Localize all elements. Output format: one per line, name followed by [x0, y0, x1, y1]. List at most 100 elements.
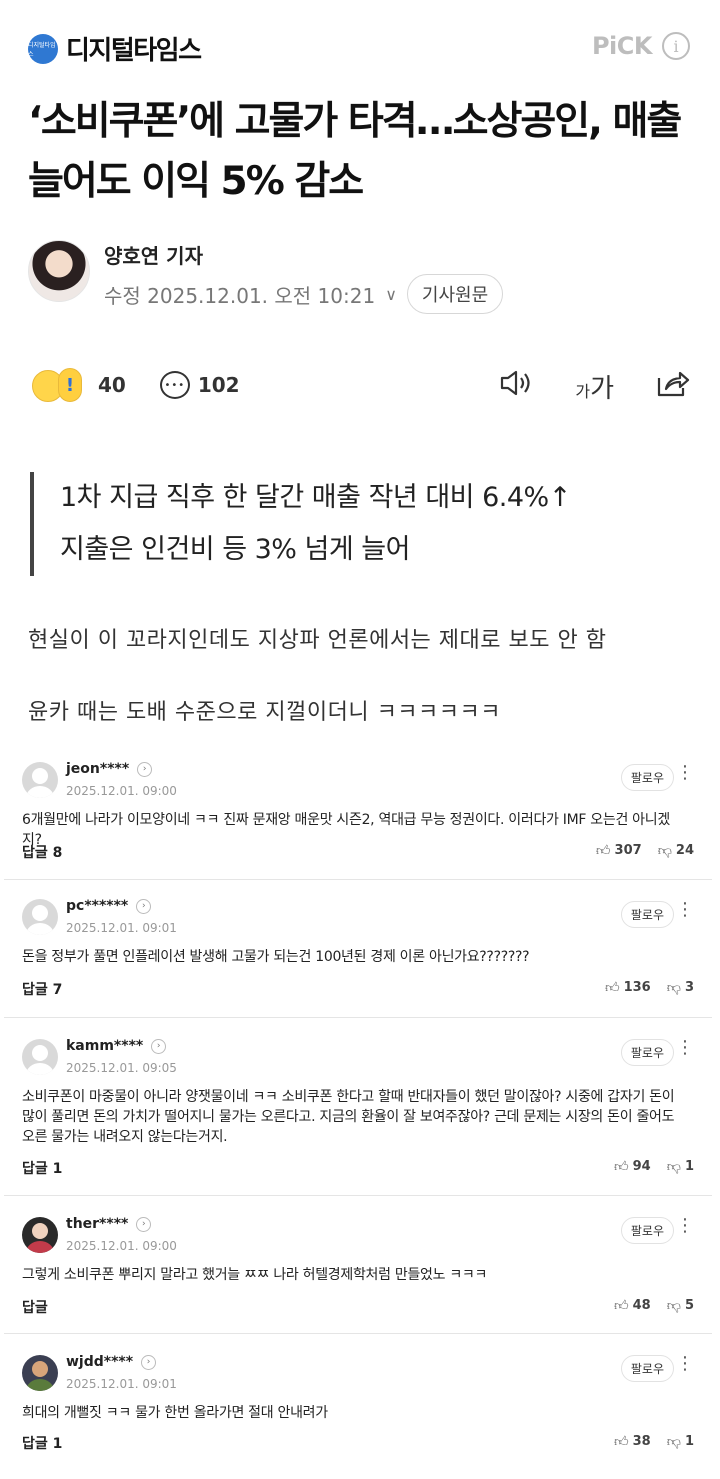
reaction-bar: ! 40 ••• 102: [32, 366, 266, 404]
comment-votes: 👍︎ 48 👎︎ 5: [614, 1297, 694, 1314]
comment-votes: 👍︎ 38 👎︎ 1: [614, 1433, 694, 1450]
avatar[interactable]: [22, 899, 58, 935]
comment-username: wjdd****: [66, 1354, 134, 1370]
avatar[interactable]: [22, 1355, 58, 1391]
comment-text: 소비쿠폰이 마중물이 아니라 양잿물이네 ㅋㅋ 소비쿠폰 한다고 할때 반대자들…: [22, 1089, 675, 1145]
exclamation-emoji-icon: !: [58, 368, 82, 402]
pick-area: PiCK i: [592, 32, 690, 60]
comment-date: 2025.12.01. 09:01: [66, 1377, 177, 1391]
dislike-count: 1: [684, 1159, 694, 1174]
dislike-button[interactable]: 👎︎ 24: [658, 842, 694, 859]
avatar[interactable]: [22, 762, 58, 798]
comment-date: 2025.12.01. 09:01: [66, 921, 177, 935]
reply-button[interactable]: 답글: [22, 1297, 48, 1317]
more-options-icon[interactable]: ⋮: [676, 901, 694, 919]
dislike-count: 3: [684, 980, 694, 995]
chevron-down-icon[interactable]: ∨: [385, 285, 397, 304]
more-options-icon[interactable]: ⋮: [676, 1355, 694, 1373]
more-options-icon[interactable]: ⋮: [676, 1217, 694, 1235]
author-name[interactable]: 양호연 기자: [104, 240, 203, 269]
author-avatar[interactable]: [28, 240, 90, 302]
like-count: 48: [632, 1298, 651, 1313]
thumbs-down-icon: 👎︎: [666, 1159, 681, 1175]
follow-button[interactable]: 팔로우: [620, 1355, 674, 1382]
comment-votes: 👍︎ 136 👎︎ 3: [605, 979, 694, 996]
reply-button[interactable]: 답글 1: [22, 1433, 62, 1453]
chevron-right-icon[interactable]: ›: [141, 1354, 157, 1370]
comment-text: 6개월만에 나라가 이모양이네 ㅋㅋ 진짜 문재앙 매운맛 시즌2, 역대급 무…: [22, 812, 670, 848]
comment-username: pc******: [66, 898, 129, 914]
follow-button[interactable]: 팔로우: [620, 1217, 674, 1244]
brand[interactable]: 디지털타임스 디지털타임스: [28, 30, 202, 67]
info-icon[interactable]: i: [662, 32, 690, 60]
comment-item: pc****** › 2025.12.01. 09:01 팔로우 ⋮ 돈을 정부…: [4, 880, 712, 1018]
thumbs-up-icon: 👍︎: [614, 1434, 629, 1450]
comment-username: ther****: [66, 1216, 129, 1232]
dislike-count: 1: [684, 1434, 694, 1449]
comment-user[interactable]: ther**** ›: [66, 1216, 152, 1232]
comment-user[interactable]: jeon**** ›: [66, 761, 153, 777]
font-size-large-glyph: 가: [590, 374, 614, 404]
dislike-button[interactable]: 👎︎ 5: [667, 1297, 694, 1314]
comment-item: jeon**** › 2025.12.01. 09:00 팔로우 ⋮ 6개월만에…: [4, 744, 712, 880]
font-size-icon[interactable]: 가가: [575, 368, 614, 405]
more-options-icon[interactable]: ⋮: [676, 764, 694, 782]
speaker-icon[interactable]: [499, 369, 533, 404]
pick-label: PiCK: [591, 32, 653, 60]
comment-count[interactable]: 102: [198, 373, 240, 397]
chevron-right-icon[interactable]: ›: [137, 761, 153, 777]
like-button[interactable]: 👍︎ 48: [614, 1297, 651, 1314]
reply-button[interactable]: 답글 1: [22, 1158, 62, 1178]
comment-user[interactable]: pc****** ›: [66, 898, 152, 914]
reaction-count: 40: [98, 373, 126, 397]
avatar[interactable]: [22, 1217, 58, 1253]
thumbs-up-icon: 👍︎: [595, 843, 611, 859]
thumbs-down-icon: 👎︎: [657, 843, 672, 859]
follow-button[interactable]: 팔로우: [620, 901, 674, 928]
thumbs-down-icon: 👎︎: [666, 1434, 681, 1450]
like-count: 38: [632, 1434, 651, 1449]
avatar[interactable]: [22, 1039, 58, 1075]
comment-date: 2025.12.01. 09:00: [66, 1239, 177, 1253]
article-date: 수정 2025.12.01. 오전 10:21: [104, 283, 376, 308]
like-button[interactable]: 👍︎ 38: [614, 1433, 651, 1450]
comment-user[interactable]: wjdd**** ›: [66, 1354, 157, 1370]
subhead-line: 1차 지급 직후 한 달간 매출 작년 대비 6.4%↑: [60, 482, 571, 513]
article-subheads: 1차 지급 직후 한 달간 매출 작년 대비 6.4%↑ 지출은 인건비 등 3…: [30, 472, 571, 576]
chevron-right-icon[interactable]: ›: [136, 1216, 152, 1232]
dislike-button[interactable]: 👎︎ 1: [667, 1158, 694, 1175]
comment-text: 희대의 개뻘짓 ㅋㅋ 물가 한번 올라가면 절대 안내려가: [22, 1405, 328, 1421]
like-button[interactable]: 👍︎ 136: [605, 979, 651, 996]
chevron-right-icon[interactable]: ›: [151, 1038, 167, 1054]
follow-button[interactable]: 팔로우: [620, 1039, 674, 1066]
like-button[interactable]: 👍︎ 307: [596, 842, 642, 859]
like-count: 94: [632, 1159, 651, 1174]
reply-button[interactable]: 답글 7: [22, 979, 62, 999]
brand-name: 디지털타임스: [66, 36, 202, 66]
comment-text: 돈을 정부가 풀면 인플레이션 발생해 고물가 되는건 100년된 경제 이론 …: [22, 949, 530, 965]
reply-button[interactable]: 답글 8: [22, 842, 62, 862]
dislike-button[interactable]: 👎︎ 3: [667, 979, 694, 996]
comment-date: 2025.12.01. 09:05: [66, 1061, 177, 1075]
article-tools: 가가: [499, 368, 690, 405]
thumbs-up-icon: 👍︎: [604, 980, 620, 996]
chevron-right-icon[interactable]: ›: [136, 898, 152, 914]
like-button[interactable]: 👍︎ 94: [614, 1158, 651, 1175]
comment-list: jeon**** › 2025.12.01. 09:00 팔로우 ⋮ 6개월만에…: [4, 744, 712, 1470]
comment-date: 2025.12.01. 09:00: [66, 784, 177, 798]
comment-icon[interactable]: •••: [159, 371, 190, 399]
thumbs-up-icon: 👍︎: [614, 1298, 629, 1314]
dislike-button[interactable]: 👎︎ 1: [667, 1433, 694, 1450]
share-icon[interactable]: [656, 368, 690, 405]
comment-text: 그렇게 소비쿠폰 뿌리지 말라고 했거늘 ㅉㅉ 나라 허텔경제학처럼 만들었노 …: [22, 1267, 488, 1283]
follow-button[interactable]: 팔로우: [620, 764, 674, 791]
more-options-icon[interactable]: ⋮: [676, 1039, 694, 1057]
subhead-line: 지출은 인건비 등 3% 넘게 늘어: [60, 534, 410, 565]
original-article-button[interactable]: 기사원문: [406, 274, 504, 314]
comment-item: kamm**** › 2025.12.01. 09:05 팔로우 ⋮ 소비쿠폰이…: [4, 1018, 712, 1196]
reaction-emoji-icon[interactable]: !: [32, 366, 90, 404]
like-count: 136: [623, 980, 651, 995]
comment-user[interactable]: kamm**** ›: [66, 1038, 167, 1054]
article-headline: ‘소비쿠폰’에 고물가 타격…소상공인, 매출 늘어도 이익 5% 감소: [28, 99, 682, 204]
dislike-count: 5: [684, 1298, 694, 1313]
